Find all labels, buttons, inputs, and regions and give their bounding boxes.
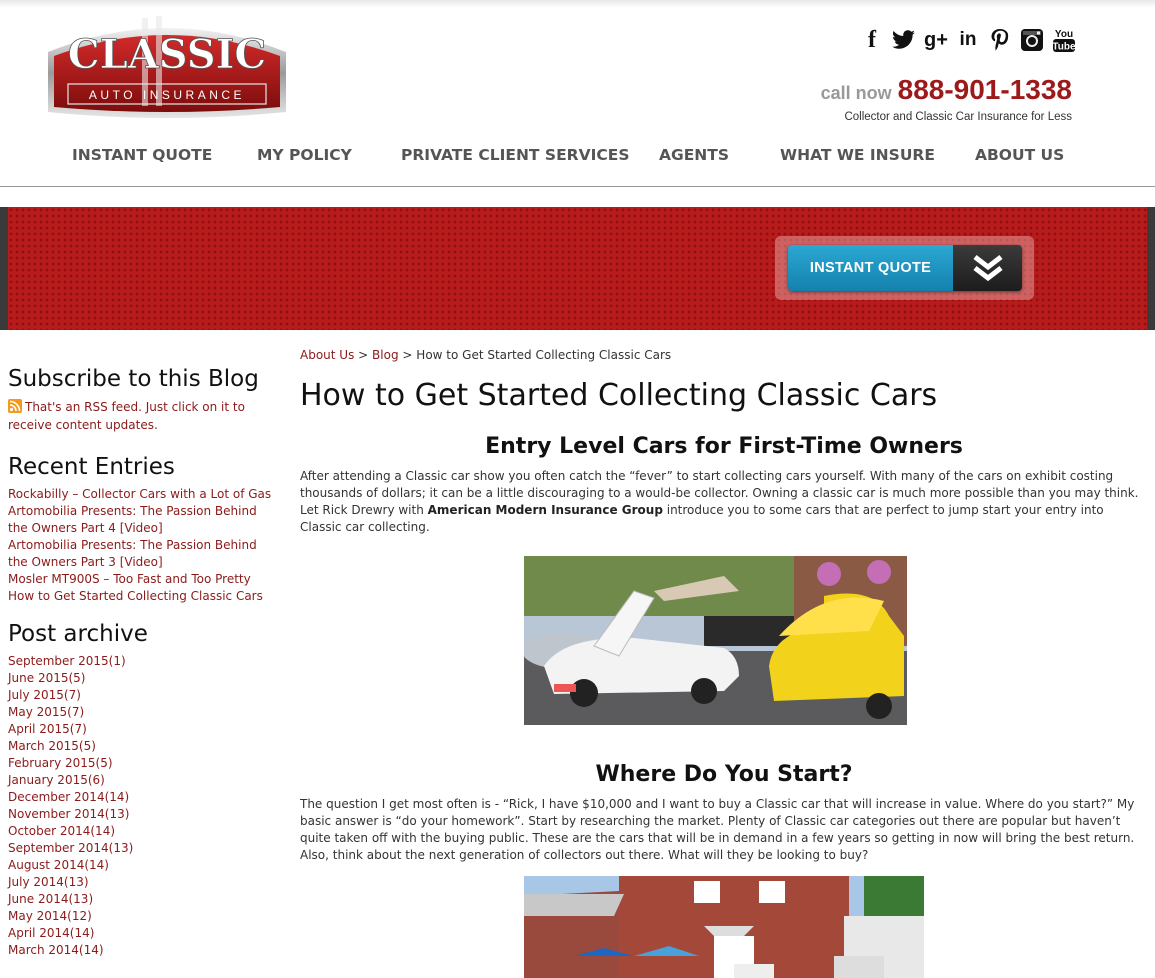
top-shadow [0, 0, 1155, 8]
house-car-show-photo [524, 876, 924, 978]
sidebar: Subscribe to this Blog That's an RSS fee… [8, 366, 278, 959]
pinterest-icon[interactable] [988, 26, 1012, 54]
phone-number[interactable]: 888-901-1338 [898, 74, 1072, 106]
archive-item[interactable]: July 2014(13) [8, 874, 278, 891]
google-plus-icon[interactable]: g+ [924, 26, 948, 54]
recent-entries-list: Rockabilly – Collector Cars with a Lot o… [8, 486, 278, 605]
archive-item[interactable]: August 2014(14) [8, 857, 278, 874]
archive-item[interactable]: May 2014(12) [8, 908, 278, 925]
recent-entry[interactable]: Rockabilly – Collector Cars with a Lot o… [8, 486, 278, 503]
archive-item[interactable]: April 2015(7) [8, 721, 278, 738]
linkedin-icon[interactable]: in [956, 26, 980, 54]
archive-item[interactable]: September 2015(1) [8, 653, 278, 670]
nav-divider [0, 186, 1155, 187]
instagram-icon[interactable] [1020, 26, 1044, 54]
archive-item[interactable]: May 2015(7) [8, 704, 278, 721]
main-nav: INSTANT QUOTE MY POLICY PRIVATE CLIENT S… [0, 146, 1155, 172]
archive-item[interactable]: January 2015(6) [8, 772, 278, 789]
archive-item[interactable]: March 2014(14) [8, 942, 278, 959]
archive-item[interactable]: July 2015(7) [8, 687, 278, 704]
subscribe-heading: Subscribe to this Blog [8, 366, 259, 392]
breadcrumb-about-us[interactable]: About Us [300, 348, 354, 362]
svg-text:Tube: Tube [1052, 42, 1076, 53]
car-show-photo [524, 556, 907, 725]
post-archive-heading: Post archive [8, 621, 148, 647]
section-heading-where-to-start: Where Do You Start? [595, 762, 853, 787]
breadcrumb-current: How to Get Started Collecting Classic Ca… [416, 348, 672, 362]
twitter-icon[interactable] [892, 26, 916, 54]
rss-icon[interactable] [8, 399, 22, 413]
archive-item[interactable]: April 2014(14) [8, 925, 278, 942]
archive-item[interactable]: September 2014(13) [8, 840, 278, 857]
rss-feed-link[interactable]: That's an RSS feed. Just click on it to … [8, 398, 278, 434]
archive-item[interactable]: June 2015(5) [8, 670, 278, 687]
breadcrumb-separator: > [358, 348, 369, 362]
section-where-paragraph: The question I get most often is - “Rick… [300, 797, 1135, 862]
classic-auto-insurance-logo[interactable]: CLASSIC AUTO INSURANCE [44, 12, 290, 119]
svg-text:You: You [1055, 29, 1073, 40]
nav-my-policy[interactable]: MY POLICY [257, 146, 352, 164]
facebook-icon[interactable]: f [860, 26, 884, 54]
instant-quote-label: INSTANT QUOTE [788, 245, 953, 291]
nav-agents[interactable]: AGENTS [659, 146, 729, 164]
archive-item[interactable]: December 2014(14) [8, 789, 278, 806]
double-chevron-down-icon [953, 245, 1022, 291]
social-links: f g+ in You Tube [860, 26, 1076, 54]
recent-entry[interactable]: Mosler MT900S – Too Fast and Too Pretty [8, 571, 278, 588]
call-now-label: call now [820, 83, 892, 103]
nav-about-us[interactable]: ABOUT US [975, 146, 1064, 164]
archive-item[interactable]: February 2015(5) [8, 755, 278, 772]
section-heading-entry-level: Entry Level Cars for First-Time Owners [485, 434, 963, 459]
nav-private-client-services[interactable]: PRIVATE CLIENT SERVICES [401, 146, 629, 164]
post-archive-list: September 2015(1) June 2015(5) July 2015… [8, 653, 278, 959]
archive-item[interactable]: November 2014(13) [8, 806, 278, 823]
header-tagline: Collector and Classic Car Insurance for … [844, 111, 1072, 123]
rss-text[interactable]: That's an RSS feed. Just click on it to … [8, 400, 245, 432]
youtube-icon[interactable]: You Tube [1052, 26, 1076, 54]
page-title: How to Get Started Collecting Classic Ca… [300, 378, 938, 413]
archive-item[interactable]: October 2014(14) [8, 823, 278, 840]
archive-item[interactable]: March 2015(5) [8, 738, 278, 755]
recent-entry[interactable]: Artomobilia Presents: The Passion Behind… [8, 537, 278, 571]
breadcrumb-separator: > [402, 348, 413, 362]
instant-quote-button[interactable]: INSTANT QUOTE [788, 245, 1022, 291]
nav-what-we-insure[interactable]: WHAT WE INSURE [780, 146, 935, 164]
intro-bold-company: American Modern Insurance Group [427, 503, 663, 517]
logo-sub-text: AUTO INSURANCE [89, 88, 245, 102]
nav-instant-quote[interactable]: INSTANT QUOTE [72, 146, 212, 164]
section-intro-paragraph: After attending a Classic car show you o… [300, 468, 1148, 536]
archive-item[interactable]: June 2014(13) [8, 891, 278, 908]
call-now: call now 888-901-1338 [821, 74, 1072, 106]
breadcrumb: About Us > Blog > How to Get Started Col… [300, 348, 1148, 362]
logo-main-text: CLASSIC [68, 31, 266, 78]
recent-entry[interactable]: How to Get Started Collecting Classic Ca… [8, 588, 278, 605]
recent-entries-heading: Recent Entries [8, 454, 175, 480]
breadcrumb-blog[interactable]: Blog [372, 348, 399, 362]
recent-entry[interactable]: Artomobilia Presents: The Passion Behind… [8, 503, 278, 537]
